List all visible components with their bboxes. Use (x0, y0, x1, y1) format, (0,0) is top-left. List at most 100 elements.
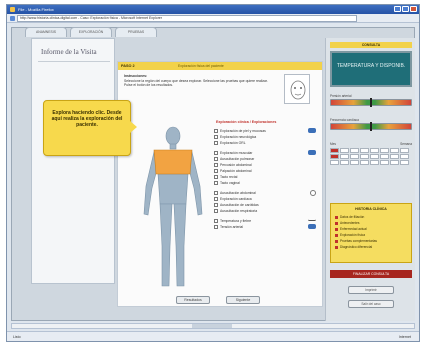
exam-group: Temperatura y fiebre Tensión arterial (214, 218, 318, 230)
exam-label: Exploración de piel y mucosas (220, 129, 266, 133)
exam-checkbox[interactable] (214, 129, 218, 133)
print-button[interactable]: Imprimir (348, 286, 394, 294)
tab-2[interactable]: Pruebas (115, 27, 157, 37)
tab-1[interactable]: Exploración (70, 27, 112, 37)
calendar-cell[interactable] (340, 154, 349, 159)
calendar-cell[interactable] (340, 160, 349, 165)
exam-group: Exploración de piel y mucosas Exploración… (214, 128, 318, 146)
blue-icon[interactable] (308, 224, 316, 229)
notes-item[interactable]: Diagnóstico diferencial (335, 244, 407, 250)
patient-face-icon[interactable] (284, 74, 310, 104)
body-figure[interactable] (136, 126, 210, 296)
bullet-icon (335, 245, 338, 249)
exam-item[interactable]: Tensión arterial (214, 224, 318, 230)
calendar-cell[interactable] (360, 148, 369, 153)
vital-gauge-2: Frecuencia cardíaca (330, 118, 412, 133)
calendar-cell[interactable] (370, 148, 379, 153)
calendar-cell[interactable] (390, 148, 399, 153)
bullet-icon (335, 227, 338, 231)
calendar-cell[interactable] (330, 148, 339, 153)
vital-1-marker[interactable] (370, 98, 372, 107)
calendar-week-label: Semana (400, 142, 412, 146)
exam-label: Auscultación pulmonar (220, 157, 255, 161)
calendar-cell[interactable] (380, 148, 389, 153)
exam-checkbox[interactable] (214, 169, 218, 173)
calendar-row (330, 148, 412, 153)
calendar-cell[interactable] (380, 160, 389, 165)
calendar-cell[interactable] (330, 160, 339, 165)
tooltip-arrow (130, 121, 137, 133)
calendar: Mes Semana (330, 142, 412, 172)
blue-icon[interactable] (308, 128, 316, 133)
results-button[interactable]: Resultados (176, 296, 210, 304)
status-right: Internet (398, 335, 411, 339)
window-title: File - Mozilla Firefox (18, 7, 54, 12)
calendar-cell[interactable] (340, 148, 349, 153)
calendar-cell[interactable] (390, 160, 399, 165)
finish-consult-button[interactable]: FINALIZAR CONSULTA (330, 270, 412, 278)
address-field[interactable]: http://www.historia-clinica-digital.com … (17, 15, 357, 22)
exam-item[interactable]: Tacto vaginal (214, 180, 318, 186)
minimize-icon[interactable] (394, 6, 401, 12)
neck-region (169, 143, 177, 150)
scrollbar-thumb[interactable] (192, 324, 232, 328)
calendar-cell[interactable] (350, 154, 359, 159)
exam-checkbox[interactable] (214, 203, 218, 207)
exam-checkbox[interactable] (214, 135, 218, 139)
bullet-icon (335, 239, 338, 243)
exam-list: Exploración de piel y mucosas Exploración… (214, 128, 318, 234)
calendar-cell[interactable] (350, 148, 359, 153)
exam-group: Exploración muscular Auscultación pulmona… (214, 150, 318, 186)
calendar-cell[interactable] (370, 160, 379, 165)
bullet-icon (335, 215, 338, 219)
exam-label: Auscultación respiratoria (220, 209, 258, 213)
exam-item[interactable]: Auscultación respiratoria (214, 208, 318, 214)
calendar-cell[interactable] (370, 154, 379, 159)
exam-label: Tensión arterial (220, 225, 243, 229)
exam-label: Auscultación de carótidas (220, 203, 259, 207)
exam-checkbox[interactable] (214, 219, 218, 223)
maximize-icon[interactable] (402, 6, 409, 12)
instructions-text: Seleccione la región del cuerpo que dese… (124, 78, 268, 88)
exam-checkbox[interactable] (214, 151, 218, 155)
exam-checkbox[interactable] (214, 163, 218, 167)
calendar-cell[interactable] (360, 154, 369, 159)
exam-label: Auscultación abdominal (220, 191, 256, 195)
exam-checkbox[interactable] (214, 175, 218, 179)
tab-strip: Anamnesis Exploración Pruebas (25, 27, 157, 37)
tooltip-text: Explora haciendo clic. Desde aquí realiz… (51, 110, 123, 128)
exam-group: Auscultación abdominal Exploración cardía… (214, 190, 318, 214)
tab-0[interactable]: Anamnesis (25, 27, 67, 37)
consult-label: CONSULTA (330, 42, 412, 48)
exam-item[interactable]: Exploración ORL (214, 140, 318, 146)
hand-icon[interactable] (308, 150, 316, 155)
exam-checkbox[interactable] (214, 181, 218, 185)
close-icon[interactable] (410, 6, 417, 12)
exam-checkbox[interactable] (214, 191, 218, 195)
calendar-cell[interactable] (350, 160, 359, 165)
calendar-cell[interactable] (360, 160, 369, 165)
exit-case-button[interactable]: Salir del caso (348, 300, 394, 308)
exam-label: Percusión abdominal (220, 163, 252, 167)
calendar-cell[interactable] (330, 154, 339, 159)
horizontal-scrollbar[interactable] (11, 323, 415, 329)
exam-checkbox[interactable] (214, 197, 218, 201)
bullet-icon (335, 221, 338, 225)
exam-checkbox[interactable] (214, 209, 218, 213)
line-icon[interactable] (308, 218, 316, 221)
exam-checkbox[interactable] (214, 141, 218, 145)
history-notes: HISTORIA CLÍNICA Datos de filiación Antec… (330, 203, 412, 263)
vital-2-marker[interactable] (370, 122, 372, 131)
calendar-cell[interactable] (400, 148, 409, 153)
notes-title: HISTORIA CLÍNICA (355, 207, 387, 211)
calendar-cell[interactable] (400, 160, 409, 165)
abdomen-region (157, 173, 189, 205)
calendar-cell[interactable] (390, 154, 399, 159)
title-bar: File - Mozilla Firefox (7, 5, 419, 14)
next-button[interactable]: Siguiente (226, 296, 260, 304)
calendar-cell[interactable] (400, 154, 409, 159)
exam-checkbox[interactable] (214, 225, 218, 229)
exam-label: Exploración muscular (220, 151, 253, 155)
exam-checkbox[interactable] (214, 157, 218, 161)
calendar-cell[interactable] (380, 154, 389, 159)
